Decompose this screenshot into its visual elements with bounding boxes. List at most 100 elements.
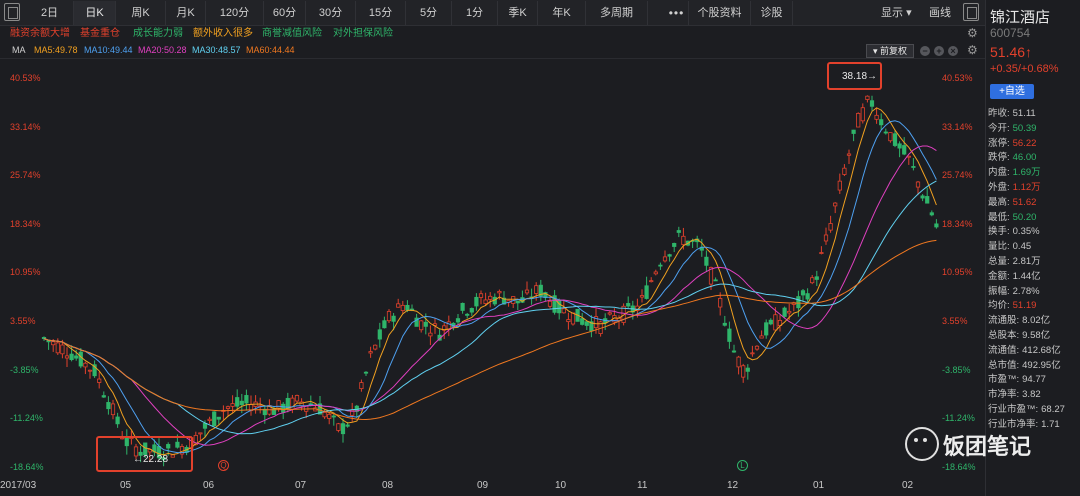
candle-body [658, 264, 663, 267]
quote-key: 振幅: [988, 285, 1010, 297]
candle-body [768, 319, 773, 325]
quote-key: 换手: [988, 226, 1010, 238]
ma-line-5 [43, 107, 937, 456]
close-icon[interactable]: × [948, 46, 958, 56]
ma-value: MA60:44.44 [246, 45, 295, 55]
zoom-out-icon[interactable]: − [920, 46, 930, 56]
quote-value: 2.78% [1012, 285, 1040, 297]
candle-body [327, 413, 332, 419]
candle-body [580, 318, 585, 325]
add-watchlist-button[interactable]: +自选 [990, 84, 1034, 99]
window-toggle-icon[interactable] [963, 3, 979, 21]
candle-body [570, 312, 576, 325]
gear-icon[interactable]: ⚙ [967, 43, 978, 57]
quote-row: 总股本: 9.58亿 [988, 330, 1080, 342]
candle-body [823, 234, 829, 242]
candle-body [455, 318, 461, 323]
period-tab-1[interactable]: 日K [74, 1, 116, 25]
ma-value: MA10:49.44 [84, 45, 133, 55]
candle-body [101, 395, 106, 398]
candle-body [681, 235, 686, 246]
candle-body [41, 337, 47, 340]
period-tab-6[interactable]: 30分 [306, 1, 356, 25]
quote-row: 流通股: 8.02亿 [988, 315, 1080, 327]
stock-profile-button[interactable]: 个股资料 [689, 1, 751, 25]
x-tick: 10 [555, 480, 567, 491]
quote-key: 今开: [988, 122, 1010, 134]
candle-body [833, 202, 838, 207]
period-tab-3[interactable]: 月K [166, 1, 206, 25]
x-tick: 09 [477, 480, 489, 491]
more-periods-button[interactable]: ••• [665, 1, 689, 25]
quote-row: 流通值: 412.68亿 [988, 345, 1080, 357]
candle-body [497, 290, 502, 294]
candle-body [607, 312, 612, 315]
window-layout-icon[interactable] [4, 3, 20, 21]
adjust-select[interactable]: ▾ 前复权 [866, 44, 914, 58]
kline-chart[interactable]: 40.53% 40.53% 33.14% 33.14% 25.74% 25.74% 18.3… [0, 60, 985, 496]
period-tab-11[interactable]: 年K [538, 1, 586, 25]
stock-tag[interactable]: 额外收入很多 [193, 27, 253, 41]
candle-body [741, 365, 746, 378]
x-tick: 02 [902, 480, 914, 491]
wechat-icon [905, 427, 939, 461]
stock-tag[interactable]: 对外担保风险 [333, 27, 393, 41]
stock-tag[interactable]: 融资余额大增 [10, 27, 70, 41]
candle-body [423, 321, 428, 327]
quote-key: 昨收: [988, 108, 1010, 119]
ma-value: MA5:49.78 [34, 45, 78, 55]
candle-body [294, 395, 300, 402]
candle-body [363, 371, 369, 374]
period-tab-0[interactable]: 2日 [26, 1, 74, 25]
candle-body [110, 403, 116, 416]
candle-body [837, 180, 842, 191]
zoom-in-icon[interactable]: + [934, 46, 944, 56]
stock-tag[interactable]: 成长能力弱 [133, 27, 183, 41]
y-tick-r: 25.74% [942, 170, 973, 181]
period-tab-10[interactable]: 季K [498, 1, 538, 25]
period-tab-7[interactable]: 15分 [356, 1, 406, 25]
quote-value: 412.68亿 [1022, 344, 1061, 356]
quote-row: 跌停: 46.00 [988, 152, 1080, 164]
candle-body [244, 395, 249, 404]
candle-body [865, 95, 870, 100]
diagnose-button[interactable]: 诊股 [751, 1, 793, 25]
candle-body [722, 322, 727, 326]
draw-line-button[interactable]: 画线 [929, 1, 951, 25]
quote-key: 最低: [988, 211, 1010, 223]
candle-body [235, 397, 240, 407]
period-tab-12[interactable]: 多周期 [586, 1, 648, 25]
period-tab-2[interactable]: 周K [116, 1, 166, 25]
ma-label[interactable]: MA [12, 44, 26, 57]
quote-row: 振幅: 2.78% [988, 286, 1080, 298]
candle-body [754, 345, 760, 350]
display-label: 显示 [881, 7, 903, 19]
candle-body [846, 153, 852, 156]
period-tab-5[interactable]: 60分 [264, 1, 306, 25]
period-tab-9[interactable]: 1分 [452, 1, 498, 25]
y-tick-r: -11.24% [942, 413, 975, 424]
event-marker-l[interactable]: L [737, 460, 748, 471]
candle-body [731, 350, 737, 353]
stock-tag[interactable]: 基金重仓 [80, 27, 120, 41]
period-tab-4[interactable]: 120分 [206, 1, 264, 25]
stock-tag[interactable]: 商誉减值风险 [262, 27, 322, 41]
quote-value: 492.95亿 [1022, 359, 1061, 371]
candle-body [800, 290, 806, 296]
quote-value: 0.35% [1012, 226, 1040, 238]
display-menu[interactable]: 显示 ▾ [881, 1, 912, 25]
quote-row: 涨停: 56.22 [988, 138, 1080, 150]
candle-body [534, 285, 539, 294]
y-tick-l: -3.85% [10, 364, 39, 375]
period-tab-8[interactable]: 5分 [406, 1, 452, 25]
y-tick-l: 33.14% [10, 121, 41, 132]
kline-svg [41, 95, 939, 467]
candle-body [230, 403, 235, 407]
candle-body [561, 308, 566, 314]
y-tick-l: 10.95% [10, 267, 41, 278]
x-tick: 06 [203, 480, 215, 491]
candle-body [773, 314, 778, 331]
quote-key: 外盘: [988, 182, 1010, 193]
event-marker-q[interactable]: Q [218, 460, 229, 471]
gear-icon[interactable]: ⚙ [967, 26, 978, 40]
